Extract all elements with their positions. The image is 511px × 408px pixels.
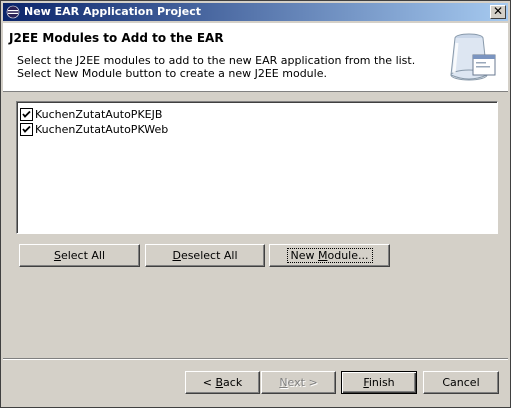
- checkmark-icon: [22, 110, 31, 118]
- new-module-label-post: odule...: [327, 249, 369, 262]
- finish-label-post: inish: [368, 376, 395, 389]
- checkmark-icon: [22, 125, 31, 133]
- next-mnemonic: N: [279, 376, 288, 389]
- deselect-all-mnemonic: D: [172, 249, 181, 262]
- title-bar[interactable]: New EAR Application Project ✕: [3, 3, 508, 21]
- new-module-mnemonic: M: [318, 249, 328, 262]
- deselect-all-label-post: eselect All: [180, 249, 238, 262]
- module-label: KuchenZutatAutoPKEJB: [35, 108, 163, 121]
- deselect-all-button[interactable]: Deselect All: [145, 244, 265, 267]
- back-label-post: ack: [223, 376, 243, 389]
- close-button[interactable]: ✕: [490, 5, 506, 19]
- next-label-post: ext >: [287, 376, 318, 389]
- new-module-label-pre: New: [290, 249, 318, 262]
- description-line-2: Select New Module button to create a new…: [17, 67, 327, 80]
- footer-separator: [3, 358, 508, 360]
- select-all-button[interactable]: Select All: [19, 244, 140, 267]
- finish-button[interactable]: Finish: [341, 371, 417, 394]
- close-icon: ✕: [492, 4, 504, 18]
- eclipse-icon: [6, 5, 20, 19]
- cancel-button[interactable]: Cancel: [423, 371, 499, 394]
- ear-project-wizard-icon: [450, 33, 496, 81]
- back-label-pre: <: [202, 376, 216, 389]
- module-checkbox[interactable]: [20, 108, 33, 121]
- module-label: KuchenZutatAutoPKWeb: [35, 123, 169, 136]
- cancel-label: Cancel: [442, 376, 480, 389]
- back-mnemonic: B: [215, 376, 224, 389]
- wizard-banner: J2EE Modules to Add to the EAR Select th…: [3, 23, 508, 92]
- new-module-button[interactable]: New Module...: [269, 244, 390, 267]
- page-title: J2EE Modules to Add to the EAR: [9, 31, 224, 45]
- select-all-label-post: elect All: [60, 249, 106, 262]
- window-title: New EAR Application Project: [24, 5, 202, 18]
- wizard-dialog: New EAR Application Project ✕ J2EE Modul…: [0, 0, 511, 408]
- description-line-1: Select the J2EE modules to add to the ne…: [17, 54, 416, 67]
- select-all-mnemonic: S: [53, 249, 61, 262]
- module-list[interactable]: KuchenZutatAutoPKEJB KuchenZutatAutoPKWe…: [16, 101, 498, 234]
- focus-ring: New Module...: [286, 248, 373, 263]
- back-button[interactable]: < Back: [185, 371, 260, 394]
- next-button[interactable]: Next >: [261, 371, 336, 394]
- page-description: Select the J2EE modules to add to the ne…: [17, 54, 415, 80]
- module-checkbox[interactable]: [20, 123, 33, 136]
